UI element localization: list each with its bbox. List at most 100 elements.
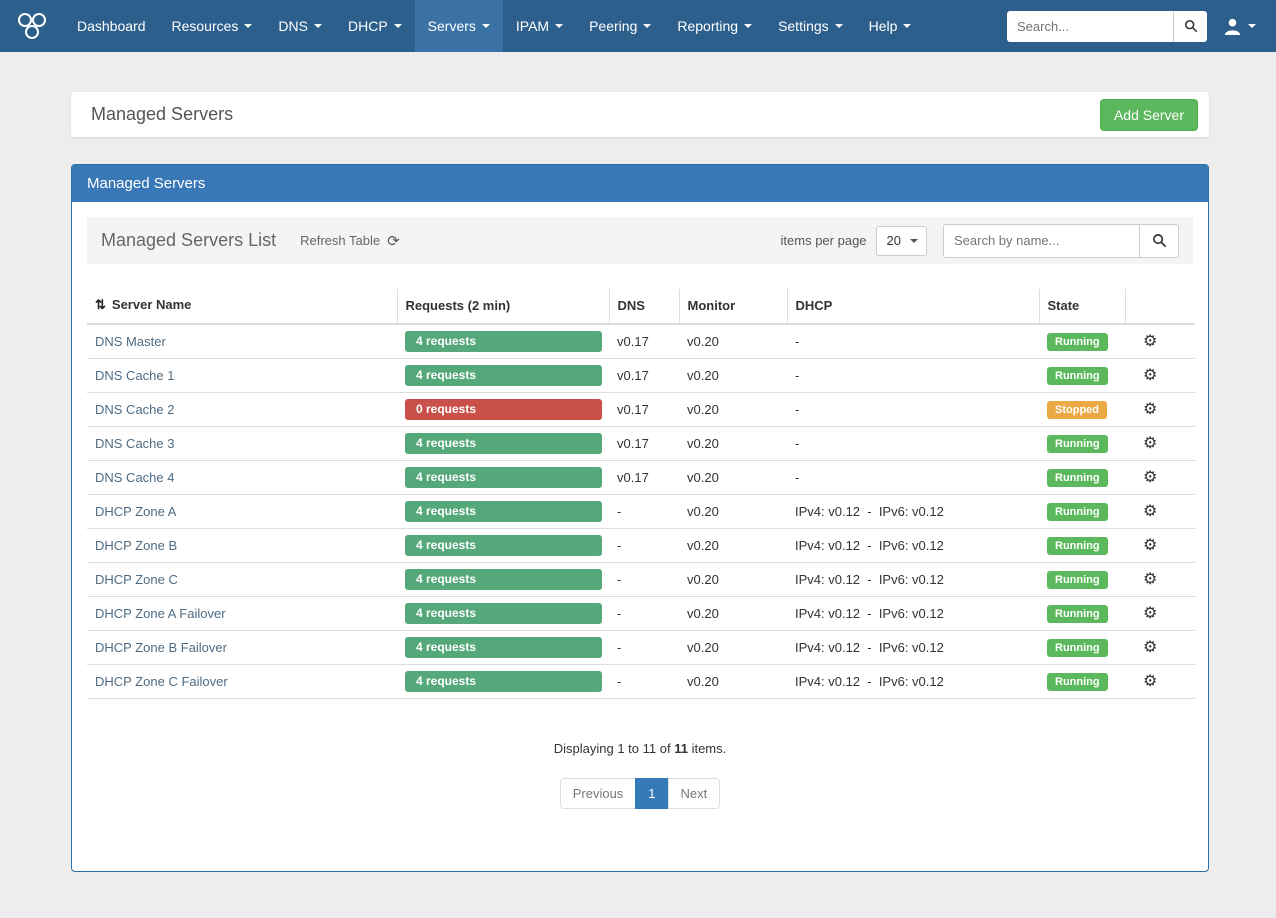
gear-icon[interactable]: ⚙ bbox=[1133, 572, 1157, 588]
chevron-down-icon bbox=[903, 24, 911, 28]
gear-icon[interactable]: ⚙ bbox=[1133, 606, 1157, 622]
dhcp-version-cell: IPv4: v0.12 - IPv6: v0.12 bbox=[787, 529, 1039, 563]
dns-version-cell: v0.17 bbox=[609, 359, 679, 393]
requests-bar: 4 requests bbox=[405, 501, 602, 522]
nav-item-label: Peering bbox=[589, 18, 637, 34]
server-name-link[interactable]: DNS Cache 1 bbox=[95, 368, 174, 383]
state-badge: Running bbox=[1047, 605, 1108, 623]
gear-icon[interactable]: ⚙ bbox=[1133, 436, 1157, 452]
table-search bbox=[943, 224, 1179, 258]
summary-total: 11 bbox=[674, 741, 688, 756]
column-header-server-name[interactable]: ⇅Server Name bbox=[87, 289, 397, 324]
chevron-down-icon bbox=[910, 239, 918, 243]
nav-item-help[interactable]: Help bbox=[856, 0, 925, 52]
requests-bar: 4 requests bbox=[405, 569, 602, 590]
server-name-link[interactable]: DNS Cache 2 bbox=[95, 402, 174, 417]
managed-servers-panel: Managed Servers Managed Servers List Ref… bbox=[71, 164, 1209, 872]
chevron-down-icon bbox=[744, 24, 752, 28]
dhcp-version-cell: IPv4: v0.12 - IPv6: v0.12 bbox=[787, 631, 1039, 665]
server-name-link[interactable]: DNS Cache 3 bbox=[95, 436, 174, 451]
items-per-page-select[interactable]: 20 bbox=[876, 226, 927, 256]
search-icon bbox=[1152, 233, 1167, 248]
nav-item-label: Resources bbox=[172, 18, 239, 34]
nav-item-servers[interactable]: Servers bbox=[415, 0, 503, 52]
nav-item-dhcp[interactable]: DHCP bbox=[335, 0, 415, 52]
panel-title: Managed Servers bbox=[72, 165, 1208, 202]
requests-bar-label: 4 requests bbox=[416, 674, 476, 688]
pagination-next[interactable]: Next bbox=[668, 778, 721, 809]
requests-bar-label: 4 requests bbox=[416, 334, 476, 348]
server-name-link[interactable]: DNS Cache 4 bbox=[95, 470, 174, 485]
requests-bar: 4 requests bbox=[405, 331, 602, 352]
monitor-version-cell: v0.20 bbox=[679, 461, 787, 495]
dhcp-version-cell: IPv4: v0.12 - IPv6: v0.12 bbox=[787, 563, 1039, 597]
nav-item-dns[interactable]: DNS bbox=[265, 0, 335, 52]
gear-icon[interactable]: ⚙ bbox=[1133, 504, 1157, 520]
monitor-version-cell: v0.20 bbox=[679, 324, 787, 359]
nav-item-reporting[interactable]: Reporting bbox=[664, 0, 765, 52]
page-header: Managed Servers Add Server bbox=[71, 92, 1209, 137]
state-badge: Running bbox=[1047, 571, 1108, 589]
table-row: DHCP Zone C Failover 4 requests - v0.20 … bbox=[87, 665, 1195, 699]
navbar-items: Dashboard Resources DNS DHCP ServersIPAM Peer… bbox=[64, 0, 924, 52]
table-search-button[interactable] bbox=[1139, 224, 1179, 258]
toolbar-right: items per page 20 bbox=[781, 224, 1179, 258]
nav-item-peering[interactable]: Peering bbox=[576, 0, 664, 52]
column-header-state: State bbox=[1039, 289, 1125, 324]
server-name-link[interactable]: DHCP Zone C bbox=[95, 572, 178, 587]
summary-prefix: Displaying 1 to 11 of bbox=[554, 741, 671, 756]
requests-bar: 4 requests bbox=[405, 365, 602, 386]
monitor-version-cell: v0.20 bbox=[679, 393, 787, 427]
server-name-link[interactable]: DHCP Zone C Failover bbox=[95, 674, 228, 689]
table-summary: Displaying 1 to 11 of 11 items. bbox=[87, 741, 1193, 756]
nav-item-dashboard[interactable]: Dashboard bbox=[64, 0, 159, 52]
column-header-dhcp: DHCP bbox=[787, 289, 1039, 324]
requests-bar: 4 requests bbox=[405, 637, 602, 658]
navbar-right bbox=[1007, 0, 1256, 52]
column-header-requests: Requests (2 min) bbox=[397, 289, 609, 324]
pagination-page-1[interactable]: 1 bbox=[635, 778, 668, 809]
dns-version-cell: - bbox=[609, 495, 679, 529]
server-name-link[interactable]: DHCP Zone B Failover bbox=[95, 640, 227, 655]
server-name-link[interactable]: DNS Master bbox=[95, 334, 166, 349]
dhcp-version-cell: - bbox=[787, 427, 1039, 461]
gear-icon[interactable]: ⚙ bbox=[1133, 470, 1157, 486]
nav-item-label: DHCP bbox=[348, 18, 388, 34]
gear-icon[interactable]: ⚙ bbox=[1133, 640, 1157, 656]
refresh-table-button[interactable]: Refresh Table ⟳ bbox=[300, 232, 400, 250]
monitor-version-cell: v0.20 bbox=[679, 427, 787, 461]
nav-item-label: Dashboard bbox=[77, 18, 146, 34]
server-name-link[interactable]: DHCP Zone A Failover bbox=[95, 606, 226, 621]
requests-bar: 4 requests bbox=[405, 671, 602, 692]
nav-item-ipam[interactable]: IPAM bbox=[503, 0, 576, 52]
table-row: DHCP Zone A Failover 4 requests - v0.20 … bbox=[87, 597, 1195, 631]
add-server-button[interactable]: Add Server bbox=[1100, 99, 1198, 131]
server-name-link[interactable]: DHCP Zone B bbox=[95, 538, 177, 553]
table-row: DHCP Zone B Failover 4 requests - v0.20 … bbox=[87, 631, 1195, 665]
user-menu[interactable] bbox=[1223, 17, 1256, 36]
requests-bar: 4 requests bbox=[405, 467, 602, 488]
items-per-page-value: 20 bbox=[887, 233, 901, 248]
gear-icon[interactable]: ⚙ bbox=[1133, 402, 1157, 418]
refresh-table-label: Refresh Table bbox=[300, 233, 380, 248]
app-logo[interactable] bbox=[14, 0, 50, 52]
table-toolbar: Managed Servers List Refresh Table ⟳ ite… bbox=[87, 217, 1193, 264]
table-search-input[interactable] bbox=[943, 224, 1139, 258]
monitor-version-cell: v0.20 bbox=[679, 631, 787, 665]
gear-icon[interactable]: ⚙ bbox=[1133, 538, 1157, 554]
nav-item-label: Help bbox=[869, 18, 898, 34]
dhcp-version-cell: IPv4: v0.12 - IPv6: v0.12 bbox=[787, 597, 1039, 631]
server-name-link[interactable]: DHCP Zone A bbox=[95, 504, 176, 519]
requests-bar-label: 4 requests bbox=[416, 436, 476, 450]
items-per-page-label: items per page bbox=[781, 233, 867, 248]
gear-icon[interactable]: ⚙ bbox=[1133, 334, 1157, 350]
gear-icon[interactable]: ⚙ bbox=[1133, 368, 1157, 384]
top-navbar: Dashboard Resources DNS DHCP ServersIPAM Peer… bbox=[0, 0, 1276, 52]
pagination-previous[interactable]: Previous bbox=[560, 778, 637, 809]
nav-item-settings[interactable]: Settings bbox=[765, 0, 856, 52]
global-search-input[interactable] bbox=[1007, 11, 1173, 42]
global-search-button[interactable] bbox=[1173, 11, 1207, 42]
nav-item-resources[interactable]: Resources bbox=[159, 0, 266, 52]
monitor-version-cell: v0.20 bbox=[679, 597, 787, 631]
gear-icon[interactable]: ⚙ bbox=[1133, 674, 1157, 690]
